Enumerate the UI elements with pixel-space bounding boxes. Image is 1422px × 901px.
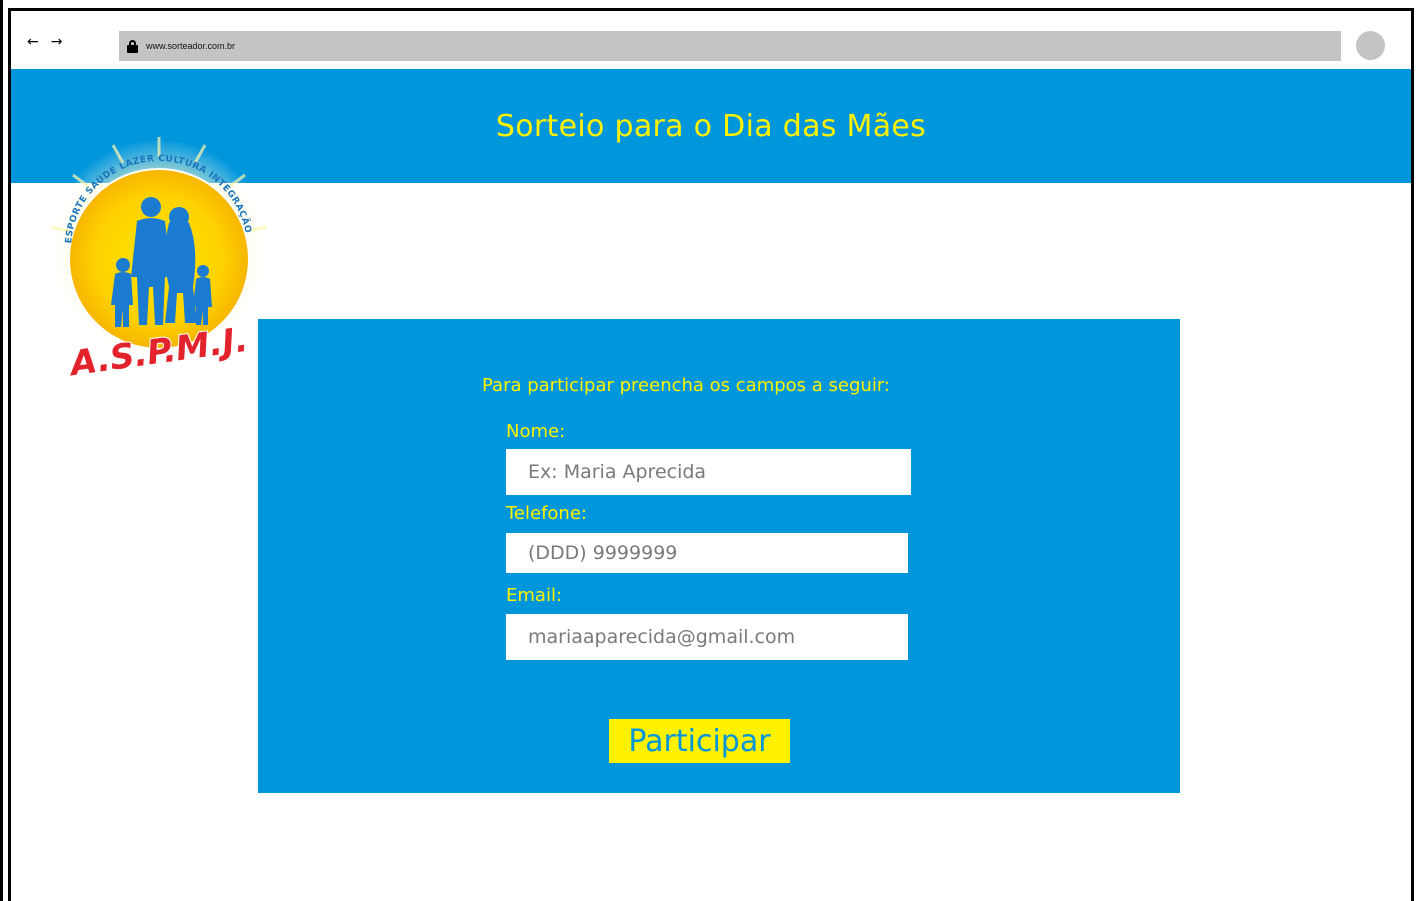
page-title: Sorteio para o Dia das Mães [495, 108, 927, 144]
email-input[interactable] [506, 614, 908, 660]
phone-input[interactable] [506, 533, 908, 573]
participate-button[interactable]: Participar [609, 719, 790, 763]
forward-arrow-icon[interactable]: → [51, 35, 63, 49]
name-input[interactable] [506, 449, 911, 495]
back-arrow-icon[interactable]: ← [27, 35, 39, 49]
url-text: www.sorteador.com.br [146, 41, 236, 51]
browser-toolbar: ← → www.sorteador.com.br [11, 11, 1411, 69]
browser-window: ← → www.sorteador.com.br Sorteio para o … [8, 8, 1414, 901]
lock-icon [127, 39, 138, 53]
name-label: Nome: [506, 421, 566, 442]
address-bar[interactable]: www.sorteador.com.br [119, 31, 1341, 61]
phone-label: Telefone: [506, 503, 587, 524]
email-label: Email: [506, 585, 563, 606]
aspmj-logo-graphic: ESPORTE SAÚDE LAZER CULTURA INTEGRAÇÃO A… [47, 137, 271, 386]
nav-buttons: ← → [27, 32, 62, 52]
form-intro: Para participar preencha os campos a seg… [482, 375, 890, 396]
profile-avatar-icon[interactable] [1356, 31, 1385, 60]
window-edge [0, 0, 3, 901]
form-panel: Para participar preencha os campos a seg… [258, 319, 1180, 793]
aspmj-logo: ESPORTE SAÚDE LAZER CULTURA INTEGRAÇÃO A… [43, 137, 273, 386]
